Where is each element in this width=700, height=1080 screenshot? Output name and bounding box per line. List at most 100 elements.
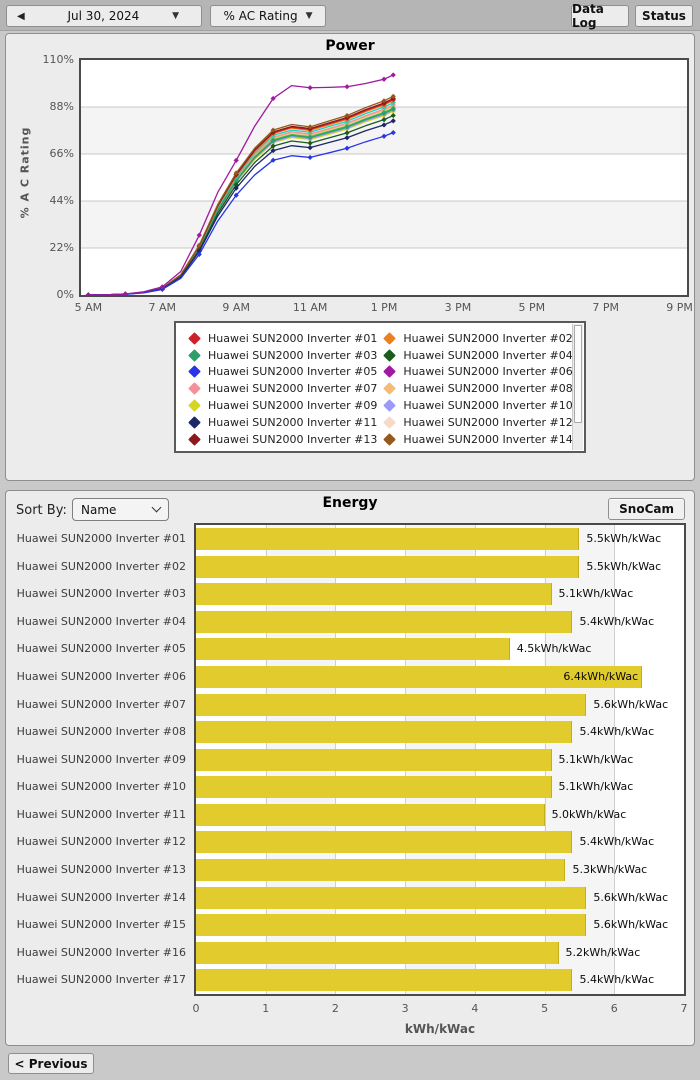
energy-row-label: Huawei SUN2000 Inverter #12 (16, 835, 186, 849)
energy-bar-row: 5.2kWh/kWac (196, 939, 684, 967)
energy-row-label: Huawei SUN2000 Inverter #17 (16, 973, 186, 987)
power-data-point (344, 84, 350, 90)
legend-marker-icon (188, 332, 201, 345)
energy-bar[interactable] (196, 969, 573, 992)
legend-item[interactable]: Huawei SUN2000 Inverter #06 (383, 364, 573, 381)
snocam-button[interactable]: SnoCam (608, 498, 685, 520)
energy-bar[interactable] (196, 831, 573, 854)
energy-bar[interactable] (196, 583, 552, 606)
energy-bar-row: 5.6kWh/kWac (196, 884, 684, 912)
power-x-tick: 5 PM (518, 301, 546, 314)
power-y-tick: 110% (42, 53, 74, 66)
legend-item[interactable]: Huawei SUN2000 Inverter #14 (383, 431, 573, 448)
energy-bar-value: 5.1kWh/kWac (558, 780, 634, 794)
energy-bar-value: 5.1kWh/kWac (558, 587, 634, 601)
previous-page-button[interactable]: < Previous (8, 1053, 94, 1074)
power-data-point (390, 72, 396, 78)
energy-bar-value: 5.6kWh/kWac (593, 697, 669, 711)
energy-row-label: Huawei SUN2000 Inverter #05 (16, 642, 186, 656)
legend-item[interactable]: Huawei SUN2000 Inverter #01 (188, 330, 377, 347)
legend-label: Huawei SUN2000 Inverter #02 (403, 331, 573, 345)
energy-bar[interactable] (196, 941, 559, 964)
legend-item[interactable]: Huawei SUN2000 Inverter #03 (188, 347, 377, 364)
power-y-tick: 88% (49, 100, 74, 113)
power-chart-title: Power (325, 38, 375, 54)
energy-bar[interactable] (196, 555, 580, 578)
energy-row-label: Huawei SUN2000 Inverter #16 (16, 945, 186, 959)
energy-bar[interactable] (196, 886, 587, 909)
energy-bar[interactable] (196, 638, 510, 661)
energy-bar-value: 4.5kWh/kWac (516, 642, 592, 656)
previous-day-icon[interactable]: ◀ (7, 11, 35, 22)
legend-label: Huawei SUN2000 Inverter #14 (403, 432, 573, 446)
power-y-tick: 66% (49, 147, 74, 160)
legend-item[interactable]: Huawei SUN2000 Inverter #02 (383, 330, 573, 347)
energy-row-label: Huawei SUN2000 Inverter #14 (16, 890, 186, 904)
energy-bar[interactable] (196, 610, 573, 633)
legend-marker-icon (188, 365, 201, 379)
metric-selector[interactable]: % AC Rating ▼ (210, 5, 326, 27)
power-data-point (233, 157, 239, 164)
energy-bar[interactable] (196, 693, 587, 716)
energy-bar[interactable] (196, 776, 552, 799)
legend-item[interactable]: Huawei SUN2000 Inverter #13 (188, 431, 377, 448)
date-caret-icon[interactable]: ▼ (172, 11, 179, 21)
legend-item[interactable]: Huawei SUN2000 Inverter #07 (188, 380, 377, 397)
legend-label: Huawei SUN2000 Inverter #03 (208, 348, 378, 362)
legend-marker-icon (188, 348, 201, 362)
power-panel: Power % A C Rating 110% 88% 66% 44% 22% 0% 5 A… (5, 33, 695, 481)
energy-bar-row: 6.4kWh/kWac (196, 663, 684, 691)
legend-marker-icon (383, 332, 397, 345)
legend-marker-icon (383, 416, 397, 429)
energy-bar-row: 5.5kWh/kWac (196, 525, 684, 553)
legend-item[interactable]: Huawei SUN2000 Inverter #12 (383, 414, 573, 431)
energy-panel: Sort By: Name Energy SnoCam 5.5kWh/kWac 5… (5, 490, 695, 1046)
date-selector[interactable]: ◀ Jul 30, 2024 ▼ (6, 5, 202, 27)
energy-bar-value: 6.4kWh/kWac (563, 669, 639, 683)
energy-row-label: Huawei SUN2000 Inverter #01 (16, 532, 186, 545)
energy-bar[interactable] (196, 859, 566, 882)
power-y-tick: 22% (49, 241, 74, 254)
energy-bar-value: 5.2kWh/kWac (565, 945, 641, 959)
legend-item[interactable]: Huawei SUN2000 Inverter #09 (188, 397, 377, 414)
power-x-tick: 7 PM (592, 301, 620, 314)
legend-item[interactable]: Huawei SUN2000 Inverter #04 (383, 347, 573, 364)
energy-bar-value: 5.4kWh/kWac (579, 614, 655, 628)
energy-bar[interactable] (196, 803, 545, 826)
legend-item[interactable]: Huawei SUN2000 Inverter #10 (383, 397, 573, 414)
power-data-point (307, 154, 313, 161)
energy-bar-value: 5.3kWh/kWac (572, 863, 648, 877)
energy-row-label: Huawei SUN2000 Inverter #02 (16, 559, 186, 573)
legend-item[interactable]: Huawei SUN2000 Inverter #11 (188, 414, 377, 431)
energy-bar-value: 5.4kWh/kWac (579, 973, 655, 987)
power-x-tick: 3 PM (444, 301, 472, 314)
energy-chart-title: Energy (322, 495, 378, 511)
energy-x-axis-label: kWh/kWac (404, 1022, 476, 1036)
legend-scrollbar[interactable] (572, 324, 583, 450)
energy-bar[interactable] (196, 748, 552, 771)
status-button[interactable]: Status (635, 5, 693, 27)
power-plot-area (79, 58, 689, 297)
energy-bar-value: 5.6kWh/kWac (593, 918, 669, 932)
energy-bar[interactable] (196, 721, 573, 744)
energy-bar-value: 5.4kWh/kWac (579, 835, 655, 849)
legend-item[interactable]: Huawei SUN2000 Inverter #08 (383, 380, 573, 397)
energy-bar-value: 5.6kWh/kWac (593, 890, 669, 904)
energy-bar-row: 5.1kWh/kWac (196, 580, 684, 608)
power-x-tick: 11 AM (292, 301, 328, 314)
energy-bar[interactable] (196, 914, 587, 937)
legend-item[interactable]: Huawei SUN2000 Inverter #05 (188, 364, 377, 381)
energy-bar-value: 5.5kWh/kWac (586, 559, 662, 573)
power-data-point (85, 292, 91, 295)
metric-label: % AC Rating (223, 9, 298, 23)
energy-bar-row: 5.6kWh/kWac (196, 911, 684, 939)
data-log-button[interactable]: Data Log (571, 2, 629, 30)
legend-marker-icon (383, 348, 397, 362)
energy-bar[interactable] (196, 528, 580, 550)
metric-caret-icon[interactable]: ▼ (306, 11, 313, 21)
energy-x-tick: 7 (680, 1002, 688, 1015)
legend-label: Huawei SUN2000 Inverter #11 (208, 415, 378, 429)
energy-row-label: Huawei SUN2000 Inverter #07 (16, 697, 186, 711)
legend-scrollbar-thumb[interactable] (574, 325, 582, 424)
energy-bar-row: 5.1kWh/kWac (196, 746, 684, 774)
